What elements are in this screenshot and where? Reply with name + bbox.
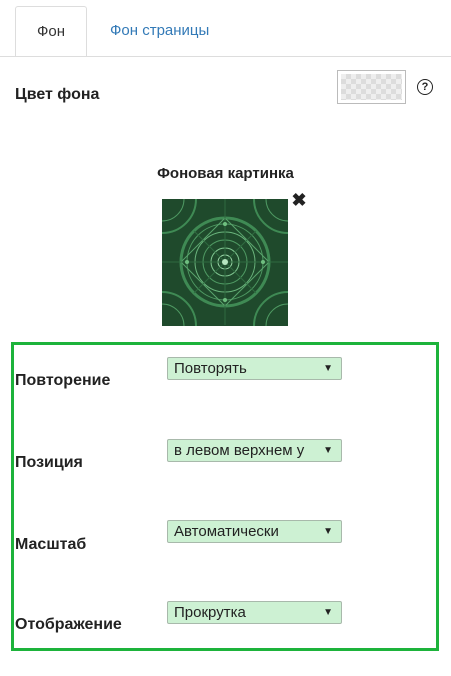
transparent-swatch [341, 74, 402, 100]
close-icon[interactable]: ✖ [291, 191, 307, 209]
question-circle-icon[interactable]: ? [417, 79, 433, 95]
background-color-label: Цвет фона [15, 86, 100, 103]
repeat-value: Повторять [174, 360, 247, 377]
display-label: Отображение [15, 616, 122, 633]
display-select[interactable]: Прокрутка ▼ [167, 601, 342, 624]
scale-value: Автоматически [174, 523, 279, 540]
repeat-label: Повторение [15, 372, 111, 389]
tab-page-background[interactable]: Фон страницы [92, 6, 227, 56]
scale-label: Масштаб [15, 536, 87, 553]
caret-down-icon: ▼ [323, 526, 333, 537]
background-image-title: Фоновая картинка [157, 165, 294, 182]
position-value: в левом верхнем у [174, 442, 305, 459]
tab-background[interactable]: Фон [15, 6, 87, 57]
tab-bar: Фон Фон страницы [0, 0, 451, 57]
caret-down-icon: ▼ [323, 607, 333, 618]
position-label: Позиция [15, 454, 83, 471]
caret-down-icon: ▼ [323, 445, 333, 456]
tab-divider [0, 56, 451, 57]
position-select[interactable]: в левом верхнем у ▼ [167, 439, 342, 462]
background-color-picker[interactable] [337, 70, 406, 104]
background-image-preview[interactable] [162, 199, 288, 326]
scale-select[interactable]: Автоматически ▼ [167, 520, 342, 543]
display-value: Прокрутка [174, 604, 246, 621]
caret-down-icon: ▼ [323, 363, 333, 374]
repeat-select[interactable]: Повторять ▼ [167, 357, 342, 380]
